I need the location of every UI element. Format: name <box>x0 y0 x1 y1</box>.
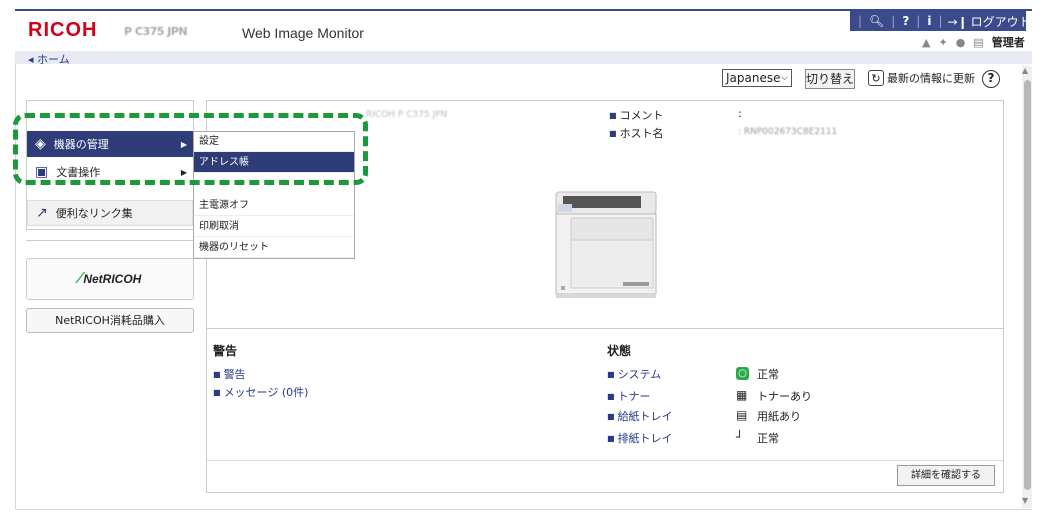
chevron-down-icon: ⌵ <box>781 73 788 83</box>
breadcrumb-bar <box>15 51 1032 64</box>
alert-link-text: 警告 <box>223 368 246 381</box>
status-label: 排紙トレイ <box>617 432 673 445</box>
bullet-icon: ■ <box>607 412 615 421</box>
ricoh-logo: RICOH <box>28 19 98 41</box>
output-tray-icon: ┘ <box>736 430 744 444</box>
switch-language-button[interactable]: 切り替え <box>805 69 855 89</box>
model-name: P C375 JPN <box>124 25 188 38</box>
status-ok-icon: ○ <box>736 367 749 380</box>
status-system-link[interactable]: ■ システム <box>607 366 661 382</box>
printer-image <box>555 191 657 298</box>
status-title: 状態 <box>607 344 632 358</box>
sidebar-divider <box>26 240 194 241</box>
paper-tray-icon: ▤ <box>736 408 748 422</box>
host-label-text: ホスト名 <box>619 127 664 140</box>
help-button[interactable]: ? <box>982 70 1000 88</box>
refresh-button[interactable]: ↻ 最新の情報に更新 <box>868 70 975 86</box>
device-model-blurred: RICOH P C375 JPN <box>366 110 448 120</box>
view-details-button[interactable]: 詳細を確認する <box>897 465 995 486</box>
netricoh-swoosh-icon: ∕ <box>78 270 82 287</box>
network-icon: ✦ <box>938 35 948 49</box>
bullet-icon: ■ <box>213 388 221 397</box>
host-value: : RNP002673C8E2111 <box>738 127 838 137</box>
status-toner-link[interactable]: ■ トナー <box>607 388 651 404</box>
scroll-down-arrow-icon[interactable]: ▼ <box>1022 496 1028 505</box>
app-title: Web Image Monitor <box>242 25 364 41</box>
bullet-icon: ■ <box>213 370 221 379</box>
admin-label: 管理者 <box>991 36 1025 49</box>
status-label: トナー <box>617 390 651 403</box>
bullet-icon: ■ <box>607 434 615 443</box>
comment-label: ■ コメント <box>609 107 664 123</box>
search-icon[interactable]: 🔍︎ <box>869 14 884 28</box>
netricoh-banner[interactable]: ∕ NetRICOH <box>26 258 194 300</box>
status-toner-value: トナーあり <box>757 390 812 403</box>
submenu-item-device-reset[interactable]: 機器のリセット <box>194 237 354 258</box>
comment-label-text: コメント <box>619 109 664 122</box>
refresh-icon: ↻ <box>868 70 884 86</box>
language-select[interactable]: Japanese ⌵ <box>722 69 792 87</box>
status-paper-tray-link[interactable]: ■ 給紙トレイ <box>607 408 673 424</box>
alert-link[interactable]: ■ 警告 <box>213 366 246 382</box>
comment-value: : <box>738 107 742 120</box>
highlight-callout <box>13 113 368 185</box>
status-label: 給紙トレイ <box>617 410 673 423</box>
lock-icon: ▲ <box>922 35 931 49</box>
info-icon[interactable]: i <box>927 14 931 28</box>
scrollbar-thumb[interactable] <box>1024 80 1031 490</box>
logout-label: ログアウト <box>970 14 1031 29</box>
status-output-tray-value: 正常 <box>757 432 779 445</box>
status-label: システム <box>617 368 662 381</box>
toner-icon: ▦ <box>736 388 748 402</box>
sidebar-item-links[interactable]: ↗ 便利なリンク集 <box>27 200 193 226</box>
host-label: ■ ホスト名 <box>609 125 664 141</box>
sidebar-item-label: 便利なリンク集 <box>55 207 133 220</box>
logout-icon: →❙ <box>947 14 968 29</box>
submenu-item-cancel-print[interactable]: 印刷取消 <box>194 216 354 237</box>
top-icon-bar: | 🔍︎ | ? | i | →❙ ログアウト <box>850 11 1031 31</box>
status-system-value: 正常 <box>757 368 779 381</box>
status-paper-tray-value: 用紙あり <box>757 410 801 423</box>
bullet-icon: ■ <box>607 392 615 401</box>
help-icon[interactable]: ? <box>902 14 909 28</box>
bullet-icon: ■ <box>609 129 617 138</box>
list-icon: ▤ <box>973 35 984 49</box>
message-link[interactable]: ■ メッセージ (0件) <box>213 384 308 400</box>
netricoh-label: NetRICOH <box>83 272 142 286</box>
message-link-text: メッセージ (0件) <box>223 386 309 399</box>
panel-footer-divider <box>207 460 1003 461</box>
refresh-label: 最新の情報に更新 <box>887 72 975 85</box>
panel-divider <box>207 328 1003 329</box>
submenu-item-power-off[interactable]: 主電源オフ <box>194 195 354 216</box>
alerts-title: 警告 <box>213 344 238 358</box>
logout-button[interactable]: →❙ ログアウト <box>948 13 1031 30</box>
bullet-icon: ■ <box>609 111 617 120</box>
language-value: Japanese <box>726 71 781 85</box>
bullet-icon: ■ <box>607 370 615 379</box>
user-icon: ● <box>955 35 966 49</box>
scroll-up-arrow-icon[interactable]: ▲ <box>1022 66 1028 75</box>
admin-status-bar: ▲ ✦ ● ▤ 管理者 <box>922 34 1025 50</box>
link-icon: ↗ <box>36 205 48 221</box>
netricoh-supplies-button[interactable]: NetRICOH消耗品購入 <box>26 308 194 333</box>
status-output-tray-link[interactable]: ■ 排紙トレイ <box>607 430 673 446</box>
